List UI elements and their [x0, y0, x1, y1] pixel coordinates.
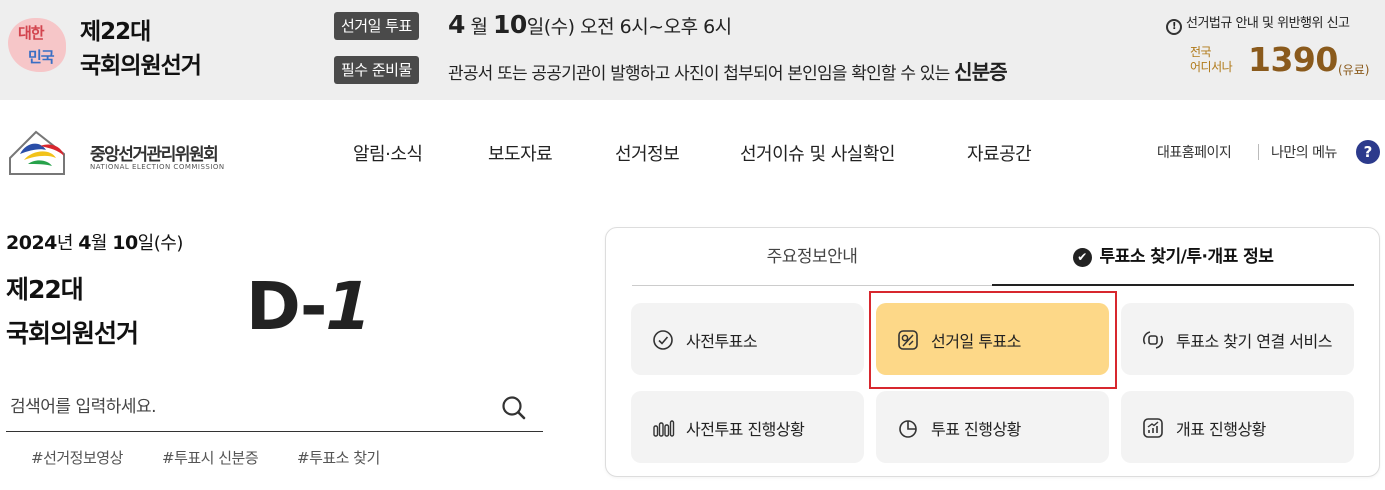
hotline-label-line1: 전국	[1190, 45, 1212, 59]
main-homepage-link[interactable]: 대표홈페이지	[1157, 142, 1232, 162]
card-label: 사전투표 진행상황	[686, 420, 805, 439]
d-day-counter: D-1	[246, 268, 378, 345]
hotline-label-line2: 어디서나	[1190, 60, 1233, 74]
menu-item-news[interactable]: 알림·소식	[353, 140, 423, 166]
vote-day-num: 10	[492, 10, 527, 39]
tab-polling-place-label: 투표소 찾기/투·개표 정보	[1099, 247, 1274, 267]
election-day: 10	[112, 232, 138, 254]
card-label: 투표 진행상황	[931, 420, 1021, 439]
d-day-prefix: D-	[246, 268, 327, 345]
nec-logo-icon[interactable]	[6, 124, 74, 176]
election-date: 2024년 4월 10일(수)	[6, 229, 183, 255]
card-label: 사전투표소	[686, 332, 758, 351]
report-violation-label: 선거법규 안내 및 위반행위 신고	[1186, 16, 1350, 31]
search-input[interactable]	[10, 392, 480, 422]
hotline-paid-note: (유료)	[1338, 63, 1370, 77]
election-month-unit: 월	[90, 233, 108, 254]
card-voting-status[interactable]: 투표 진행상황	[876, 391, 1109, 463]
bar-chart-icon	[651, 416, 675, 440]
tab-main-info[interactable]: 주요정보안내	[632, 228, 992, 286]
vote-day-chip: 선거일 투표	[334, 12, 419, 40]
tag-find-polling-place[interactable]: #투표소 찾기	[297, 447, 380, 468]
election-year-unit: 년	[56, 233, 74, 254]
util-divider	[1258, 144, 1259, 160]
required-items-chip: 필수 준비물	[334, 56, 419, 84]
my-menu-link[interactable]: 나만의 메뉴	[1271, 142, 1337, 162]
banner-title-line2: 국회의원선거	[80, 53, 202, 79]
link-service-icon	[1141, 328, 1165, 352]
election-emblem: 대한 민국	[6, 14, 70, 76]
report-violation-link[interactable]: ! 선거법규 안내 및 위반행위 신고	[1166, 12, 1350, 35]
menu-item-election-info[interactable]: 선거정보	[615, 140, 680, 166]
election-month: 4	[78, 232, 91, 254]
hotline-number[interactable]: 1390	[1248, 40, 1338, 79]
vote-day-text: 4 월 10일(수) 오전 6시~오후 6시	[448, 10, 732, 39]
card-counting-status[interactable]: 개표 진행상황	[1121, 391, 1354, 463]
hotline-label: 전국 어디서나	[1190, 45, 1233, 75]
help-icon[interactable]: ?	[1356, 140, 1380, 164]
card-label: 투표소 찾기 연결 서비스	[1176, 332, 1332, 351]
check-circle-icon: ✔	[1072, 248, 1092, 267]
tag-voting-id[interactable]: #투표시 신분증	[162, 447, 259, 468]
logo-text[interactable]: 중앙선거관리위원회	[90, 140, 219, 165]
vote-month-unit: 월	[470, 16, 488, 38]
main-navigation: 중앙선거관리위원회 NATIONAL ELECTION COMMISSION 알…	[0, 100, 1385, 200]
trend-chart-icon	[1141, 416, 1165, 440]
menu-item-issues-factcheck[interactable]: 선거이슈 및 사실확인	[740, 140, 895, 166]
emblem-text-bottom: 민국	[28, 48, 55, 66]
card-early-voting-status[interactable]: 사전투표 진행상황	[631, 391, 864, 463]
vote-month-num: 4	[448, 10, 465, 39]
required-description: 관공서 또는 공공기관이 발행하고 사진이 첩부되어 본인임을 확인할 수 있는	[448, 64, 950, 84]
menu-item-archive[interactable]: 자료공간	[967, 140, 1032, 166]
emblem-text-top: 대한	[18, 24, 45, 42]
election-day-rest: 일(수)	[137, 233, 184, 254]
pie-chart-icon	[896, 416, 920, 440]
vote-day-rest: 일(수) 오전 6시~오후 6시	[526, 16, 732, 38]
tab-polling-place-info[interactable]: ✔ 투표소 찾기/투·개표 정보	[992, 228, 1354, 286]
card-polling-place-link-service[interactable]: 투표소 찾기 연결 서비스	[1121, 303, 1354, 375]
logo-subtext: NATIONAL ELECTION COMMISSION	[90, 163, 225, 171]
selection-highlight	[869, 291, 1117, 389]
election-year: 2024	[6, 232, 57, 254]
menu-item-press[interactable]: 보도자료	[488, 140, 553, 166]
election-banner: 대한 민국 제22대 국회의원선거 선거일 투표 4 월 10일(수) 오전 6…	[0, 0, 1385, 100]
election-title-line2: 국회의원선거	[6, 319, 139, 348]
card-early-voting-place[interactable]: 사전투표소	[631, 303, 864, 375]
required-items-text: 관공서 또는 공공기관이 발행하고 사진이 첩부되어 본인임을 확인할 수 있는…	[448, 56, 1008, 85]
election-title-line1: 제22대	[6, 275, 84, 304]
banner-title-line1: 제22대	[80, 19, 151, 45]
search-bar	[6, 384, 543, 432]
card-label: 개표 진행상황	[1176, 420, 1266, 439]
required-id-card: 신분증	[954, 60, 1008, 84]
d-day-number: 1	[317, 268, 378, 345]
exclamation-icon: !	[1166, 19, 1182, 35]
check-circle-icon	[651, 328, 675, 352]
tag-election-video[interactable]: #선거정보영상	[31, 447, 123, 468]
search-icon[interactable]	[500, 394, 528, 422]
